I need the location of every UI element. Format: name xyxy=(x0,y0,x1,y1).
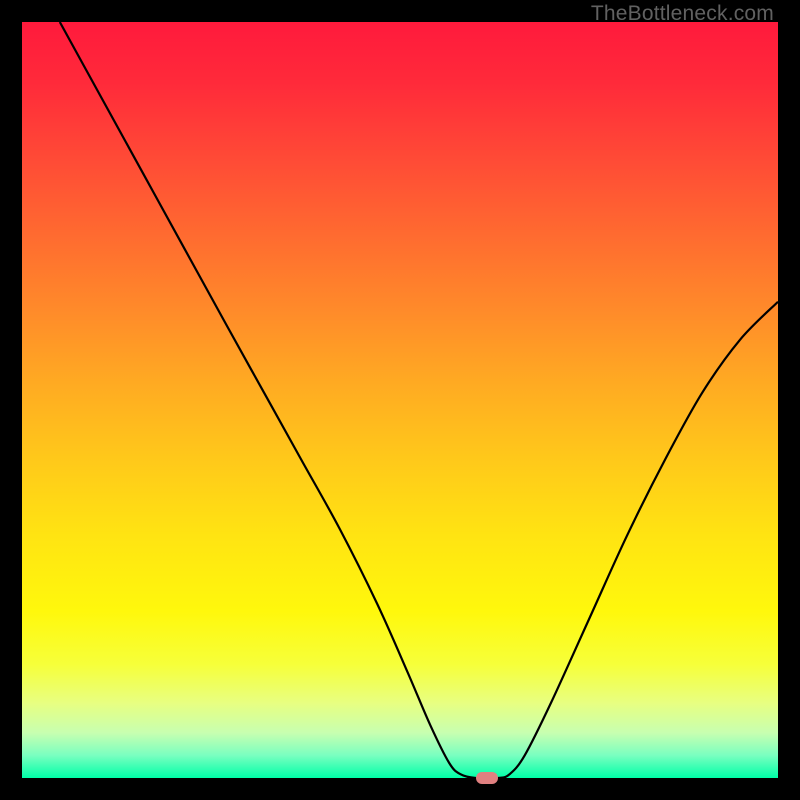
optimal-point-marker xyxy=(476,772,498,784)
bottleneck-curve xyxy=(22,22,778,778)
watermark-text: TheBottleneck.com xyxy=(591,2,774,26)
chart-container: TheBottleneck.com xyxy=(0,0,800,800)
